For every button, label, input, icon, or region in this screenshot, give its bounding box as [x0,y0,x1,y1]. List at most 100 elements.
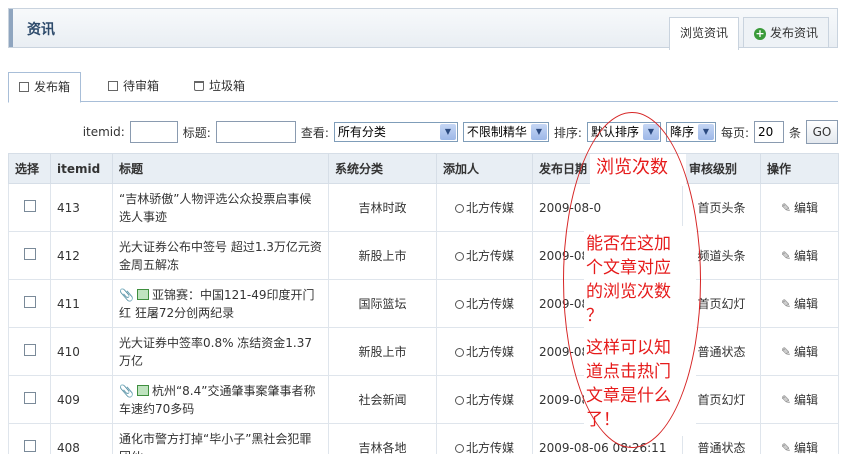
row-author-cell: 北方传媒 [436,327,533,376]
row-author[interactable]: 北方传媒 [466,249,514,263]
page-header: 资讯 浏览资讯 + 发布资讯 [8,8,838,50]
row-checkbox[interactable] [23,248,36,260]
perpage-input[interactable] [753,121,784,143]
itemid-input[interactable] [129,121,178,143]
row-checkbox[interactable] [23,200,36,212]
plus-icon: + [753,27,766,40]
row-title-cell: “吉林骄傲”人物评选公众投票启事候选人事迹 [112,183,329,232]
paperclip-icon: 📎 [119,287,134,302]
elite-select[interactable]: 不限制精华 ▼ [462,122,549,142]
go-button[interactable]: GO [806,120,838,144]
row-checkbox[interactable] [23,296,36,308]
row-category[interactable]: 社会新闻 [328,375,437,424]
row-author-cell: 北方传媒 [436,375,533,424]
tab-pending-box[interactable]: 待审箱 [98,72,169,102]
table-row: 410 光大证券中签率0.8% 冻结资金1.37万亿 新股上市 北方传媒 2009-08… [8,327,839,376]
top-tabs: 浏览资讯 + 发布资讯 [668,17,829,50]
row-title-link[interactable]: “吉林骄傲”人物评选公众投票启事候选人事迹 [119,192,311,224]
edit-link[interactable]: 编辑 [794,297,818,311]
row-title-cell: 光大证券公布中签号 超过1.3万亿元资金周五解冻 [112,231,329,280]
category-select-value: 所有分类 [337,125,386,139]
row-author[interactable]: 北方传媒 [466,297,514,311]
row-title-cell: 通化市警方打掉“毕小子”黑社会犯罪团伙 [112,423,329,454]
row-title-cell: 光大证券中签率0.8% 冻结资金1.37万亿 [112,327,329,376]
col-header-itemid[interactable]: itemid [50,153,113,184]
annotation-reason: 这样可以知 道点击热门 文章是什么 了！ [586,336,671,432]
pencil-icon: ✎ [780,345,792,359]
image-icon [136,384,149,396]
row-select-cell [8,423,51,454]
table-row: 413 “吉林骄傲”人物评选公众投票启事候选人事迹 吉林时政 北方传媒 2009-08-… [8,183,839,232]
edit-link[interactable]: 编辑 [794,393,818,407]
edit-link[interactable]: 编辑 [794,345,818,359]
row-category[interactable]: 新股上市 [328,231,437,280]
row-edit-cell: ✎ 编辑 [760,423,839,454]
chevron-down-icon: ▼ [439,124,456,140]
row-author[interactable]: 北方传媒 [466,441,514,454]
edit-link[interactable]: 编辑 [794,201,818,215]
tab-publish-box[interactable]: 发布箱 [8,72,82,103]
order-select[interactable]: 降序 ▼ [665,122,716,142]
row-author[interactable]: 北方传媒 [466,201,514,215]
chevron-down-icon: ▼ [530,124,547,140]
itemid-label: itemid: [82,125,125,139]
inbox-icon [19,82,29,92]
row-title-link[interactable]: 光大证券中签率0.8% 冻结资金1.37万亿 [119,336,312,368]
tab-browse-news-label: 浏览资讯 [679,26,728,40]
row-author[interactable]: 北方传媒 [466,393,514,407]
trash-icon [194,81,204,91]
pencil-icon: ✎ [780,297,792,311]
user-icon [454,252,464,261]
tab-browse-news[interactable]: 浏览资讯 [668,17,739,50]
row-itemid: 411 [50,279,113,328]
row-itemid: 409 [50,375,113,424]
tab-pending-box-label: 待审箱 [123,79,160,93]
category-select[interactable]: 所有分类 ▼ [333,122,458,142]
elite-select-value: 不限制精华 [466,125,527,139]
pencil-icon: ✎ [780,249,792,263]
row-select-cell [8,327,51,376]
annotation-line: ？ [586,306,603,326]
row-edit-cell: ✎ 编辑 [760,183,839,232]
tab-trash-box[interactable]: 垃圾箱 [184,72,255,102]
row-select-cell [8,375,51,424]
pencil-icon: ✎ [780,393,792,407]
perpage-unit: 条 [788,125,801,140]
row-select-cell [8,279,51,328]
order-select-value: 降序 [669,125,694,139]
row-author-cell: 北方传媒 [436,183,533,232]
row-itemid: 413 [50,183,113,232]
table-row: 411 📎 亚锦赛：中国121-49印度开门红 狂屠72分创两纪录 国际篮坛 北方传媒 2… [8,279,839,328]
col-header-select: 选择 [8,153,51,184]
paperclip-icon: 📎 [119,383,134,398]
row-title-link[interactable]: 通化市警方打掉“毕小子”黑社会犯罪团伙 [119,432,311,454]
annotation-line: 的浏览次数 [586,282,671,302]
row-author[interactable]: 北方传媒 [466,345,514,359]
user-icon [454,348,464,357]
edit-link[interactable]: 编辑 [794,441,818,454]
row-select-cell [8,231,51,280]
row-category[interactable]: 吉林时政 [328,183,437,232]
edit-link[interactable]: 编辑 [794,249,818,263]
row-category[interactable]: 国际篮坛 [328,279,437,328]
row-title-cell: 📎 亚锦赛：中国121-49印度开门红 狂屠72分创两纪录 [112,279,329,328]
row-title-link[interactable]: 光大证券公布中签号 超过1.3万亿元资金周五解冻 [119,240,322,272]
pencil-icon: ✎ [780,441,792,454]
annotation-line: 这样可以知 [586,338,671,358]
box-tabs: 发布箱 待审箱 垃圾箱 [8,72,838,103]
row-category[interactable]: 吉林各地 [328,423,437,454]
header-accent-bar [9,9,13,47]
row-itemid: 410 [50,327,113,376]
row-checkbox[interactable] [23,392,36,404]
row-checkbox[interactable] [23,440,36,452]
row-itemid: 412 [50,231,113,280]
image-icon [136,288,149,300]
row-select-cell [8,183,51,232]
annotation-header-text: 浏览次数 [596,157,668,178]
tab-publish-news[interactable]: + 发布资讯 [742,17,829,47]
row-category[interactable]: 新股上市 [328,327,437,376]
row-checkbox[interactable] [23,344,36,356]
title-input[interactable] [215,121,296,143]
row-author-cell: 北方传媒 [436,423,533,454]
row-edit-cell: ✎ 编辑 [760,231,839,280]
